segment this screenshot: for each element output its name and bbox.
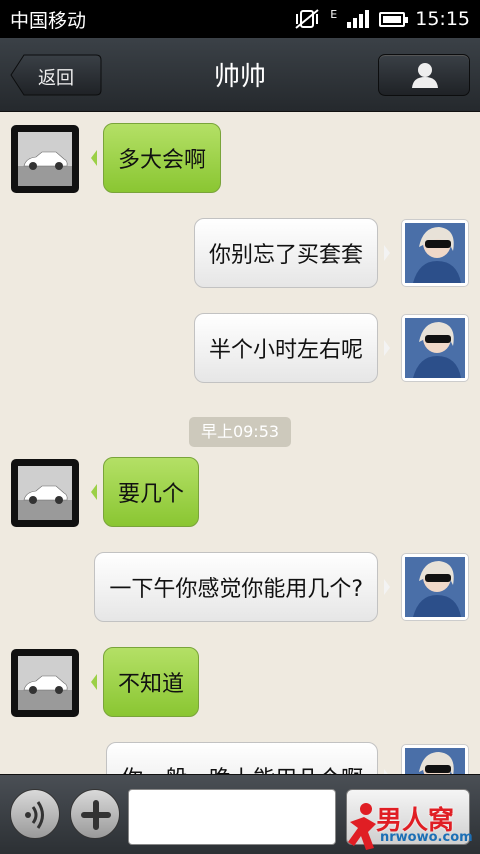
message-bubble-outgoing[interactable]: 一下午你感觉你能用几个? (94, 552, 390, 622)
contact-avatar[interactable] (11, 125, 79, 193)
message-input[interactable] (128, 789, 336, 845)
watermark-subtitle: nrwowo.com (380, 830, 473, 845)
contact-avatar[interactable] (11, 649, 79, 717)
signal-icon (347, 10, 370, 28)
person-icon (412, 63, 438, 88)
car-photo-icon (18, 656, 72, 710)
message-bubble-outgoing[interactable]: 你一般一晚上能用几个啊 (105, 742, 391, 774)
my-avatar[interactable] (401, 219, 469, 287)
add-attachment-button[interactable] (70, 789, 120, 839)
chat-area[interactable]: 多大会啊 你别忘了买套套 半个小时左右呢 早上09:53 要几个 一下午你感觉你… (0, 112, 480, 774)
plus-icon (81, 800, 111, 830)
message-timestamp: 早上09:53 (189, 417, 291, 447)
network-type-label: E (330, 8, 338, 21)
my-avatar[interactable] (401, 744, 469, 774)
car-photo-icon (18, 132, 72, 186)
carrier-label: 中国移动 (10, 9, 87, 32)
girl-photo-icon (405, 557, 465, 617)
girl-photo-icon (405, 223, 465, 283)
voice-button[interactable] (10, 789, 60, 839)
contact-profile-button[interactable] (378, 54, 470, 96)
message-bubble-outgoing[interactable]: 半个小时左右呢 (193, 313, 391, 383)
my-avatar[interactable] (401, 553, 469, 621)
running-man-icon (348, 803, 376, 850)
voice-icon (25, 801, 44, 829)
contact-avatar[interactable] (11, 459, 79, 527)
site-watermark: 男人窝 nrwowo.com (346, 800, 480, 854)
title-bar: 返回 帅帅 (0, 38, 480, 112)
message-bubble-incoming[interactable]: 要几个 (90, 457, 200, 527)
status-icons: E 15:15 (294, 8, 470, 30)
car-photo-icon (18, 466, 72, 520)
battery-icon (379, 11, 409, 27)
message-bubble-outgoing[interactable]: 你别忘了买套套 (193, 218, 391, 288)
status-bar: 中国移动 E 15:15 (0, 0, 480, 38)
clock-label: 15:15 (415, 8, 470, 30)
girl-photo-icon (405, 318, 465, 378)
message-bubble-incoming[interactable]: 多大会啊 (90, 123, 222, 193)
vibrate-off-icon (295, 9, 319, 29)
message-bubble-incoming[interactable]: 不知道 (90, 647, 200, 717)
my-avatar[interactable] (401, 314, 469, 382)
girl-photo-icon (405, 748, 465, 774)
